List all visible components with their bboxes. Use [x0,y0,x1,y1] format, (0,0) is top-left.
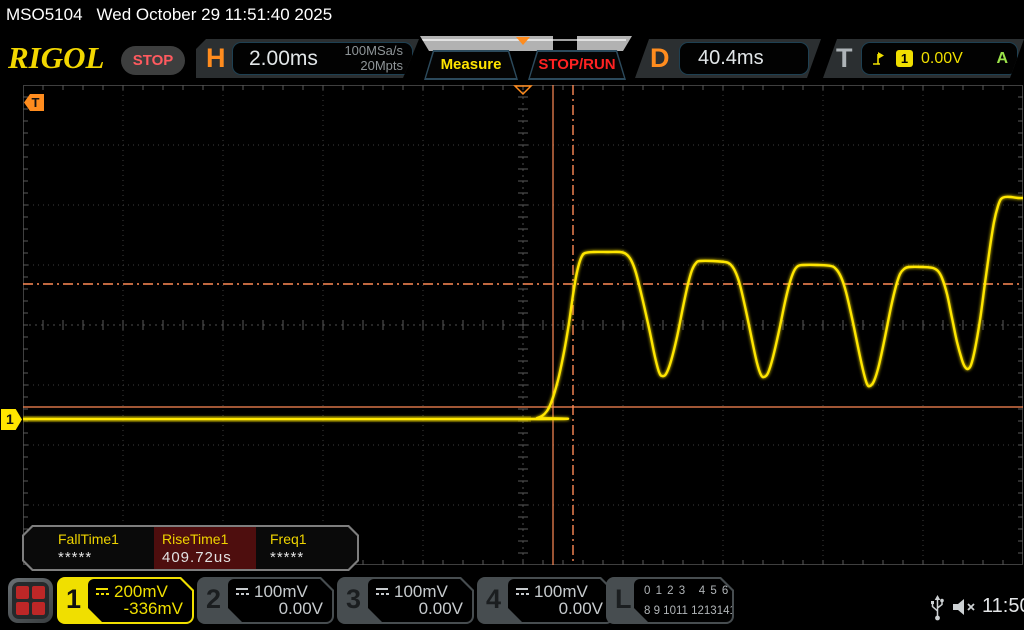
speaker-muted-icon [951,597,978,617]
channel-number: 2 [206,584,221,615]
menu-grid-icon [12,582,49,619]
quick-menu-button[interactable] [8,578,53,623]
channel-1-widget[interactable]: 1 200mV -336mV [57,577,194,624]
channel-number: 4 [486,584,501,615]
channel-number: 3 [346,584,361,615]
oscilloscope-screen: MSO5104Wed October 29 11:51:40 2025 RIGO… [0,0,1024,630]
channel-number: 1 [66,584,81,615]
logic-analyzer-widget[interactable]: L 0 1 2 3 4 5 6 7 8 9 1011 12131415 [606,577,734,624]
channel-offset: 0.00V [559,599,603,619]
channel-4-widget[interactable]: 4 100mV 0.00V [477,577,614,624]
channel-offset: 0.00V [279,599,323,619]
logic-channels-row1: 0 1 2 3 4 5 6 7 [644,585,741,597]
channel-offset: -336mV [123,599,183,619]
channel-2-widget[interactable]: 2 100mV 0.00V [197,577,334,624]
clock: 11:50 [982,595,1024,618]
dc-coupling-icon [235,587,250,597]
logic-label: L [615,584,632,615]
dc-coupling-icon [515,587,530,597]
channel-3-widget[interactable]: 3 100mV 0.00V [337,577,474,624]
dc-coupling-icon [375,587,390,597]
usb-icon [929,593,946,623]
logic-channels-row2: 8 9 1011 12131415 [644,605,742,617]
dc-coupling-icon [95,587,110,597]
bottom-bar: 1 200mV -336mV 2 [0,0,1024,630]
channel-offset: 0.00V [419,599,463,619]
